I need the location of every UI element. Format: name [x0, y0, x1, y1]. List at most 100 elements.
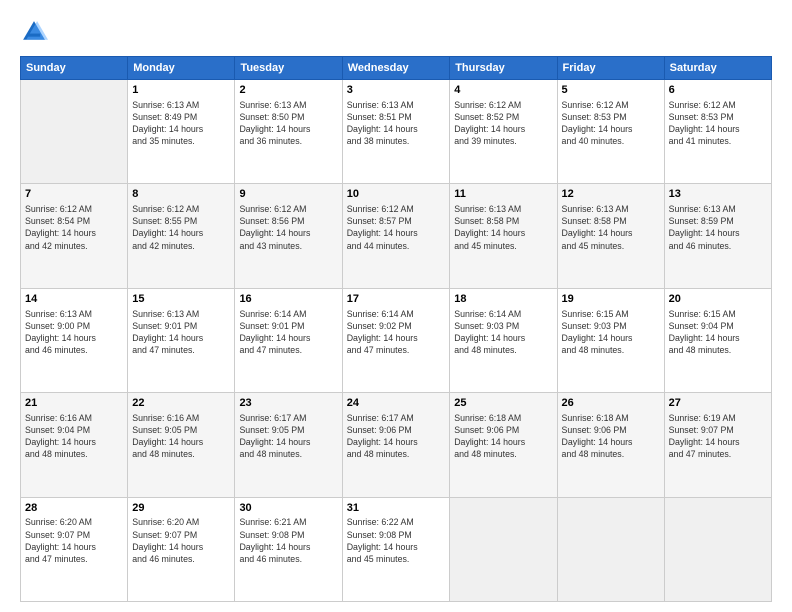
calendar-cell: 30Sunrise: 6:21 AM Sunset: 9:08 PM Dayli…: [235, 497, 342, 601]
calendar-cell: 24Sunrise: 6:17 AM Sunset: 9:06 PM Dayli…: [342, 393, 450, 497]
day-info: Sunrise: 6:14 AM Sunset: 9:03 PM Dayligh…: [454, 308, 552, 357]
calendar-cell: 27Sunrise: 6:19 AM Sunset: 9:07 PM Dayli…: [664, 393, 771, 497]
day-info: Sunrise: 6:20 AM Sunset: 9:07 PM Dayligh…: [132, 516, 230, 565]
calendar-cell: [664, 497, 771, 601]
day-info: Sunrise: 6:13 AM Sunset: 9:00 PM Dayligh…: [25, 308, 123, 357]
calendar-cell: 31Sunrise: 6:22 AM Sunset: 9:08 PM Dayli…: [342, 497, 450, 601]
day-info: Sunrise: 6:17 AM Sunset: 9:06 PM Dayligh…: [347, 412, 446, 461]
day-number: 9: [239, 187, 337, 202]
day-number: 30: [239, 501, 337, 516]
day-info: Sunrise: 6:15 AM Sunset: 9:03 PM Dayligh…: [562, 308, 660, 357]
day-number: 17: [347, 292, 446, 307]
day-info: Sunrise: 6:12 AM Sunset: 8:54 PM Dayligh…: [25, 203, 123, 252]
day-info: Sunrise: 6:12 AM Sunset: 8:57 PM Dayligh…: [347, 203, 446, 252]
day-info: Sunrise: 6:13 AM Sunset: 8:49 PM Dayligh…: [132, 99, 230, 148]
logo: [20, 18, 52, 46]
weekday-header-thursday: Thursday: [450, 57, 557, 80]
day-info: Sunrise: 6:13 AM Sunset: 8:58 PM Dayligh…: [454, 203, 552, 252]
day-number: 18: [454, 292, 552, 307]
day-info: Sunrise: 6:17 AM Sunset: 9:05 PM Dayligh…: [239, 412, 337, 461]
day-number: 19: [562, 292, 660, 307]
day-info: Sunrise: 6:13 AM Sunset: 8:50 PM Dayligh…: [239, 99, 337, 148]
day-number: 23: [239, 396, 337, 411]
day-info: Sunrise: 6:19 AM Sunset: 9:07 PM Dayligh…: [669, 412, 767, 461]
day-number: 21: [25, 396, 123, 411]
calendar-cell: 15Sunrise: 6:13 AM Sunset: 9:01 PM Dayli…: [128, 288, 235, 392]
week-row-4: 28Sunrise: 6:20 AM Sunset: 9:07 PM Dayli…: [21, 497, 772, 601]
day-number: 25: [454, 396, 552, 411]
calendar-cell: 28Sunrise: 6:20 AM Sunset: 9:07 PM Dayli…: [21, 497, 128, 601]
calendar-cell: 16Sunrise: 6:14 AM Sunset: 9:01 PM Dayli…: [235, 288, 342, 392]
day-info: Sunrise: 6:13 AM Sunset: 8:51 PM Dayligh…: [347, 99, 446, 148]
day-info: Sunrise: 6:20 AM Sunset: 9:07 PM Dayligh…: [25, 516, 123, 565]
calendar-cell: 25Sunrise: 6:18 AM Sunset: 9:06 PM Dayli…: [450, 393, 557, 497]
calendar-cell: 6Sunrise: 6:12 AM Sunset: 8:53 PM Daylig…: [664, 80, 771, 184]
day-info: Sunrise: 6:16 AM Sunset: 9:04 PM Dayligh…: [25, 412, 123, 461]
calendar-cell: 13Sunrise: 6:13 AM Sunset: 8:59 PM Dayli…: [664, 184, 771, 288]
page: SundayMondayTuesdayWednesdayThursdayFrid…: [0, 0, 792, 612]
day-number: 13: [669, 187, 767, 202]
calendar-cell: 3Sunrise: 6:13 AM Sunset: 8:51 PM Daylig…: [342, 80, 450, 184]
day-number: 5: [562, 83, 660, 98]
day-number: 3: [347, 83, 446, 98]
calendar-cell: 26Sunrise: 6:18 AM Sunset: 9:06 PM Dayli…: [557, 393, 664, 497]
day-number: 12: [562, 187, 660, 202]
day-info: Sunrise: 6:13 AM Sunset: 8:58 PM Dayligh…: [562, 203, 660, 252]
calendar-cell: 22Sunrise: 6:16 AM Sunset: 9:05 PM Dayli…: [128, 393, 235, 497]
week-row-1: 7Sunrise: 6:12 AM Sunset: 8:54 PM Daylig…: [21, 184, 772, 288]
day-info: Sunrise: 6:14 AM Sunset: 9:01 PM Dayligh…: [239, 308, 337, 357]
day-number: 1: [132, 83, 230, 98]
calendar-cell: 11Sunrise: 6:13 AM Sunset: 8:58 PM Dayli…: [450, 184, 557, 288]
calendar-cell: 29Sunrise: 6:20 AM Sunset: 9:07 PM Dayli…: [128, 497, 235, 601]
calendar-cell: 7Sunrise: 6:12 AM Sunset: 8:54 PM Daylig…: [21, 184, 128, 288]
day-number: 20: [669, 292, 767, 307]
day-number: 28: [25, 501, 123, 516]
calendar-cell: 12Sunrise: 6:13 AM Sunset: 8:58 PM Dayli…: [557, 184, 664, 288]
calendar-cell: 9Sunrise: 6:12 AM Sunset: 8:56 PM Daylig…: [235, 184, 342, 288]
day-info: Sunrise: 6:12 AM Sunset: 8:52 PM Dayligh…: [454, 99, 552, 148]
day-info: Sunrise: 6:13 AM Sunset: 8:59 PM Dayligh…: [669, 203, 767, 252]
weekday-header-wednesday: Wednesday: [342, 57, 450, 80]
day-number: 4: [454, 83, 552, 98]
day-info: Sunrise: 6:22 AM Sunset: 9:08 PM Dayligh…: [347, 516, 446, 565]
calendar-cell: 1Sunrise: 6:13 AM Sunset: 8:49 PM Daylig…: [128, 80, 235, 184]
calendar-cell: 23Sunrise: 6:17 AM Sunset: 9:05 PM Dayli…: [235, 393, 342, 497]
week-row-3: 21Sunrise: 6:16 AM Sunset: 9:04 PM Dayli…: [21, 393, 772, 497]
calendar-cell: 17Sunrise: 6:14 AM Sunset: 9:02 PM Dayli…: [342, 288, 450, 392]
calendar-cell: 19Sunrise: 6:15 AM Sunset: 9:03 PM Dayli…: [557, 288, 664, 392]
day-number: 24: [347, 396, 446, 411]
day-info: Sunrise: 6:18 AM Sunset: 9:06 PM Dayligh…: [562, 412, 660, 461]
day-number: 10: [347, 187, 446, 202]
day-info: Sunrise: 6:21 AM Sunset: 9:08 PM Dayligh…: [239, 516, 337, 565]
calendar-cell: 2Sunrise: 6:13 AM Sunset: 8:50 PM Daylig…: [235, 80, 342, 184]
day-number: 7: [25, 187, 123, 202]
weekday-header-monday: Monday: [128, 57, 235, 80]
day-number: 8: [132, 187, 230, 202]
calendar-cell: [557, 497, 664, 601]
weekday-row: SundayMondayTuesdayWednesdayThursdayFrid…: [21, 57, 772, 80]
day-info: Sunrise: 6:18 AM Sunset: 9:06 PM Dayligh…: [454, 412, 552, 461]
calendar-cell: [450, 497, 557, 601]
week-row-0: 1Sunrise: 6:13 AM Sunset: 8:49 PM Daylig…: [21, 80, 772, 184]
day-number: 2: [239, 83, 337, 98]
weekday-header-tuesday: Tuesday: [235, 57, 342, 80]
day-info: Sunrise: 6:15 AM Sunset: 9:04 PM Dayligh…: [669, 308, 767, 357]
calendar-cell: 4Sunrise: 6:12 AM Sunset: 8:52 PM Daylig…: [450, 80, 557, 184]
day-number: 15: [132, 292, 230, 307]
calendar-table: SundayMondayTuesdayWednesdayThursdayFrid…: [20, 56, 772, 602]
weekday-header-sunday: Sunday: [21, 57, 128, 80]
day-number: 6: [669, 83, 767, 98]
weekday-header-saturday: Saturday: [664, 57, 771, 80]
week-row-2: 14Sunrise: 6:13 AM Sunset: 9:00 PM Dayli…: [21, 288, 772, 392]
calendar-header: SundayMondayTuesdayWednesdayThursdayFrid…: [21, 57, 772, 80]
calendar-cell: 8Sunrise: 6:12 AM Sunset: 8:55 PM Daylig…: [128, 184, 235, 288]
day-info: Sunrise: 6:12 AM Sunset: 8:53 PM Dayligh…: [562, 99, 660, 148]
calendar-cell: [21, 80, 128, 184]
day-info: Sunrise: 6:12 AM Sunset: 8:53 PM Dayligh…: [669, 99, 767, 148]
day-info: Sunrise: 6:16 AM Sunset: 9:05 PM Dayligh…: [132, 412, 230, 461]
day-number: 26: [562, 396, 660, 411]
day-info: Sunrise: 6:13 AM Sunset: 9:01 PM Dayligh…: [132, 308, 230, 357]
calendar-cell: 18Sunrise: 6:14 AM Sunset: 9:03 PM Dayli…: [450, 288, 557, 392]
day-number: 14: [25, 292, 123, 307]
day-info: Sunrise: 6:14 AM Sunset: 9:02 PM Dayligh…: [347, 308, 446, 357]
